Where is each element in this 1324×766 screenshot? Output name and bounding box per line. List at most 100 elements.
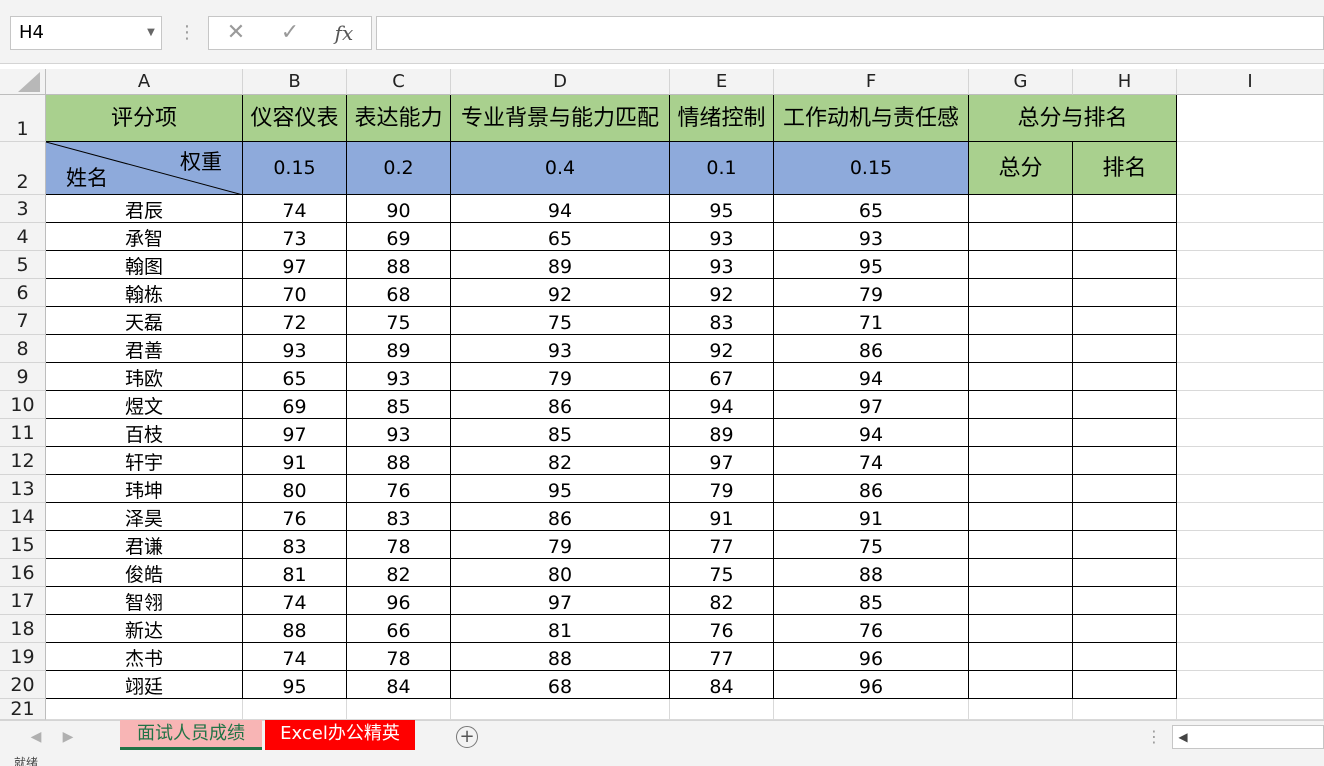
name-cell[interactable]: 泽昊 xyxy=(46,503,243,531)
score-cell-b[interactable]: 74 xyxy=(243,643,347,671)
scroll-left-arrow-icon[interactable]: ◀ xyxy=(1172,725,1194,749)
column-header-h[interactable]: H xyxy=(1073,69,1177,95)
score-cell-b[interactable]: 97 xyxy=(243,419,347,447)
formula-input[interactable] xyxy=(376,16,1324,50)
grid-cell[interactable] xyxy=(1177,671,1324,699)
score-cell-h[interactable] xyxy=(1073,559,1177,587)
header-cell-d1[interactable]: 专业背景与能力匹配 xyxy=(451,95,670,142)
score-cell-d[interactable]: 68 xyxy=(451,671,670,699)
score-cell-e[interactable]: 94 xyxy=(670,391,774,419)
score-cell-g[interactable] xyxy=(969,391,1073,419)
score-cell-f[interactable]: 86 xyxy=(774,475,969,503)
score-cell-d[interactable]: 86 xyxy=(451,391,670,419)
score-cell-d[interactable]: 81 xyxy=(451,615,670,643)
name-cell[interactable]: 杰书 xyxy=(46,643,243,671)
score-cell-h[interactable] xyxy=(1073,671,1177,699)
weight-cell-b2[interactable]: 0.15 xyxy=(243,142,347,195)
grid-cell[interactable] xyxy=(1177,475,1324,503)
row-header-10[interactable]: 10 xyxy=(0,391,46,419)
score-cell-e[interactable]: 91 xyxy=(670,503,774,531)
score-cell-d[interactable]: 95 xyxy=(451,475,670,503)
grid-cell[interactable] xyxy=(1177,643,1324,671)
score-cell-e[interactable]: 82 xyxy=(670,587,774,615)
score-cell-b[interactable]: 97 xyxy=(243,251,347,279)
score-cell-e[interactable]: 95 xyxy=(670,195,774,223)
score-cell-e[interactable]: 93 xyxy=(670,251,774,279)
horizontal-scrollbar[interactable] xyxy=(1172,725,1324,749)
grid-cell[interactable] xyxy=(451,699,670,720)
score-cell-b[interactable]: 65 xyxy=(243,363,347,391)
grid-cell[interactable] xyxy=(1177,419,1324,447)
grid-cell[interactable] xyxy=(1177,503,1324,531)
score-cell-h[interactable] xyxy=(1073,251,1177,279)
score-cell-f[interactable]: 88 xyxy=(774,559,969,587)
grid-cell[interactable] xyxy=(774,699,969,720)
sheet-tab-excel-office[interactable]: Excel办公精英 xyxy=(265,720,415,750)
row-header-12[interactable]: 12 xyxy=(0,447,46,475)
grid-cell[interactable] xyxy=(1177,391,1324,419)
score-cell-e[interactable]: 92 xyxy=(670,335,774,363)
score-cell-c[interactable]: 88 xyxy=(347,447,451,475)
score-cell-e[interactable]: 89 xyxy=(670,419,774,447)
column-header-a[interactable]: A xyxy=(46,69,243,95)
scroll-tabs-left-icon[interactable]: ◀ xyxy=(26,726,46,748)
score-cell-e[interactable]: 76 xyxy=(670,615,774,643)
row-header-19[interactable]: 19 xyxy=(0,643,46,671)
name-cell[interactable]: 君谦 xyxy=(46,531,243,559)
score-cell-f[interactable]: 74 xyxy=(774,447,969,475)
enter-check-icon[interactable]: ✓ xyxy=(270,16,310,50)
score-cell-b[interactable]: 74 xyxy=(243,195,347,223)
header-cell-f1[interactable]: 工作动机与责任感 xyxy=(774,95,969,142)
name-cell[interactable]: 智翎 xyxy=(46,587,243,615)
score-cell-c[interactable]: 83 xyxy=(347,503,451,531)
score-cell-g[interactable] xyxy=(969,419,1073,447)
score-cell-c[interactable]: 93 xyxy=(347,419,451,447)
row-header-1[interactable]: 1 xyxy=(0,95,46,142)
name-cell[interactable]: 新达 xyxy=(46,615,243,643)
grid-cell[interactable] xyxy=(1177,559,1324,587)
score-cell-c[interactable]: 75 xyxy=(347,307,451,335)
row-header-9[interactable]: 9 xyxy=(0,363,46,391)
column-header-f[interactable]: F xyxy=(774,69,969,95)
grid-cell[interactable] xyxy=(969,699,1073,720)
grid-cell[interactable] xyxy=(1177,587,1324,615)
score-cell-b[interactable]: 83 xyxy=(243,531,347,559)
score-cell-d[interactable]: 86 xyxy=(451,503,670,531)
row-header-13[interactable]: 13 xyxy=(0,475,46,503)
score-cell-h[interactable] xyxy=(1073,223,1177,251)
column-header-e[interactable]: E xyxy=(670,69,774,95)
name-cell[interactable]: 玮欧 xyxy=(46,363,243,391)
name-cell[interactable]: 百枝 xyxy=(46,419,243,447)
score-cell-c[interactable]: 84 xyxy=(347,671,451,699)
score-cell-h[interactable] xyxy=(1073,475,1177,503)
score-cell-h[interactable] xyxy=(1073,335,1177,363)
column-header-g[interactable]: G xyxy=(969,69,1073,95)
score-cell-h[interactable] xyxy=(1073,503,1177,531)
header-cell-total-and-rank[interactable]: 总分与排名 xyxy=(969,95,1177,142)
score-cell-d[interactable]: 65 xyxy=(451,223,670,251)
row-header-4[interactable]: 4 xyxy=(0,223,46,251)
score-cell-f[interactable]: 79 xyxy=(774,279,969,307)
score-cell-c[interactable]: 78 xyxy=(347,531,451,559)
column-header-i[interactable]: I xyxy=(1177,69,1324,95)
score-cell-f[interactable]: 71 xyxy=(774,307,969,335)
weight-cell-e2[interactable]: 0.1 xyxy=(670,142,774,195)
score-cell-g[interactable] xyxy=(969,447,1073,475)
score-cell-b[interactable]: 74 xyxy=(243,587,347,615)
score-cell-g[interactable] xyxy=(969,363,1073,391)
cancel-icon[interactable]: ✕ xyxy=(216,16,256,50)
score-cell-g[interactable] xyxy=(969,223,1073,251)
column-header-c[interactable]: C xyxy=(347,69,451,95)
score-cell-f[interactable]: 96 xyxy=(774,671,969,699)
score-cell-f[interactable]: 97 xyxy=(774,391,969,419)
name-cell[interactable]: 天磊 xyxy=(46,307,243,335)
score-cell-h[interactable] xyxy=(1073,363,1177,391)
score-cell-f[interactable]: 96 xyxy=(774,643,969,671)
score-cell-d[interactable]: 79 xyxy=(451,363,670,391)
score-cell-c[interactable]: 66 xyxy=(347,615,451,643)
score-cell-c[interactable]: 69 xyxy=(347,223,451,251)
grid-cell[interactable] xyxy=(1177,95,1324,142)
score-cell-c[interactable]: 78 xyxy=(347,643,451,671)
weight-cell-d2[interactable]: 0.4 xyxy=(451,142,670,195)
score-cell-g[interactable] xyxy=(969,531,1073,559)
